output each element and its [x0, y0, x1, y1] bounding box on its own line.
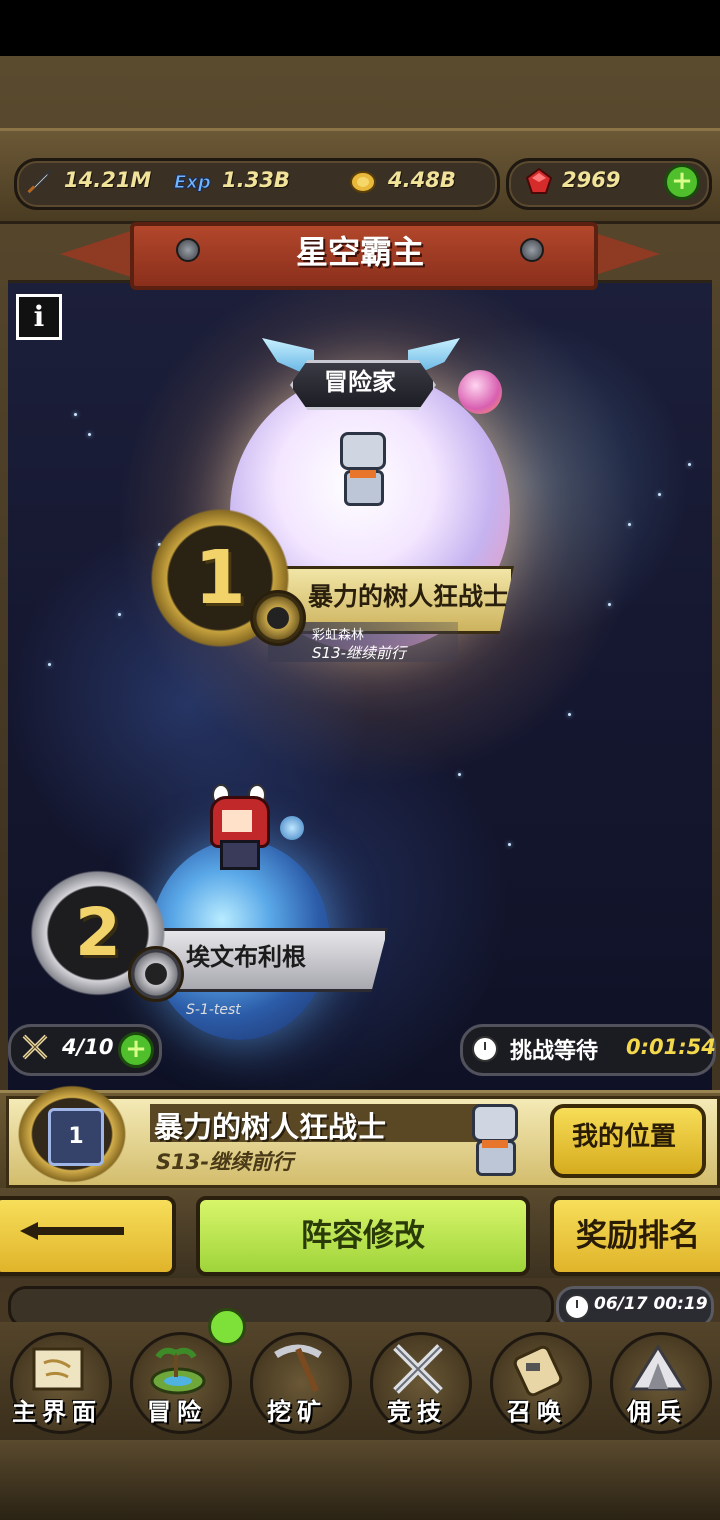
pink-moon [458, 370, 502, 414]
nav-label: 佣兵 [627, 1398, 687, 1426]
bear-head [340, 432, 386, 470]
nav-label: 挖矿 [267, 1398, 327, 1426]
nav-label: 冒险 [147, 1398, 207, 1426]
add-gems-button[interactable]: + [664, 164, 700, 200]
character-face [222, 810, 252, 832]
coin-icon [348, 166, 378, 196]
datetime-text: 06/17 00:19 [594, 1294, 708, 1314]
rank1-guild: 彩虹森林 [312, 628, 365, 643]
exp-icon: Exp [170, 166, 216, 196]
attack-value: 14.21M [64, 168, 152, 192]
bottom-frame [0, 1440, 720, 1520]
sword-icon [24, 166, 54, 196]
nav-arena[interactable]: 竞技 [362, 1328, 472, 1434]
nav-summon[interactable]: 召唤 [482, 1328, 592, 1434]
rank1-character[interactable] [336, 432, 386, 508]
challenge-wait-label: 挑战等待 [510, 1039, 599, 1064]
rank1-server: S13-继续前行 [312, 644, 407, 662]
adventure-notification-badge [208, 1308, 246, 1346]
podium-icon: 1 [48, 1108, 104, 1166]
my-position-label: 我的位置 [571, 1122, 676, 1152]
rank1-player-name: 暴力的树人狂战士 [308, 582, 509, 611]
rank2-character[interactable] [210, 784, 270, 870]
gem-value: 2969 [562, 168, 621, 192]
bear-head [472, 1104, 518, 1142]
gold-value: 4.48B [388, 168, 456, 192]
silver-gear-icon [128, 946, 184, 1002]
arena-title: 星空霸主 [295, 233, 424, 271]
clock-icon [564, 1294, 590, 1320]
rank2-server: S-1-test [186, 1002, 241, 1018]
banner-ribbon-left [60, 228, 140, 280]
challenge-wait-timer: 0:01:54 [626, 1035, 716, 1059]
add-tickets-button[interactable]: + [118, 1032, 154, 1068]
adventurer-title-text: 冒险家 [324, 368, 396, 396]
nav-mining[interactable]: 挖矿 [242, 1328, 352, 1434]
exp-value: 1.33B [222, 168, 290, 192]
nav-main-screen[interactable]: 主界面 [2, 1328, 112, 1434]
bear-scarf [482, 1140, 508, 1148]
bear-scarf [350, 470, 376, 478]
back-arrow-icon [20, 1222, 124, 1240]
nav-mercenary[interactable]: 佣兵 [602, 1328, 712, 1434]
formation-edit-label: 阵容修改 [301, 1218, 425, 1254]
challenge-tickets-count: 4/10 [62, 1035, 114, 1059]
my-server: S13-继续前行 [156, 1150, 294, 1174]
nav-label: 竞技 [387, 1398, 447, 1426]
my-character [468, 1104, 518, 1176]
nav-adventure[interactable]: 冒险 [122, 1328, 232, 1434]
info-button[interactable]: i [16, 294, 62, 340]
character-dress [220, 840, 260, 870]
my-player-name: 暴力的树人狂战士 [154, 1110, 387, 1144]
status-bar-area [0, 0, 720, 56]
nav-label: 主界面 [12, 1398, 102, 1426]
nav-label: 召唤 [507, 1398, 567, 1426]
svg-text:Exp: Exp [174, 172, 211, 193]
small-blue-moon [280, 816, 304, 840]
crossed-swords-icon [20, 1032, 50, 1062]
gold-gear-icon [250, 590, 306, 646]
rank2-player-name: 埃文布利根 [186, 943, 306, 971]
reward-ranking-label: 奖励排名 [576, 1218, 700, 1254]
clock-icon [472, 1036, 498, 1062]
ruby-icon [524, 166, 554, 196]
